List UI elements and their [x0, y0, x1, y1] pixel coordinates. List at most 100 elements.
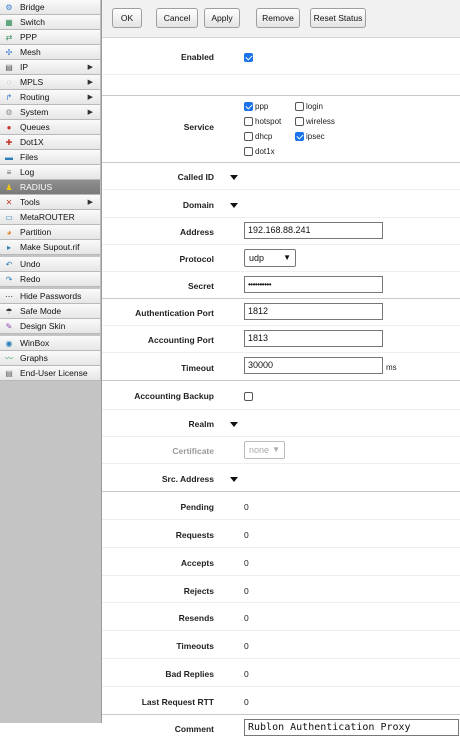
sidebar-item-radius[interactable]: ♟ RADIUS — [0, 180, 101, 195]
mesh-icon: ✣ — [5, 48, 13, 57]
sidebar-item-metarouter[interactable]: ▭ MetaROUTER — [0, 210, 101, 225]
apply-button[interactable]: Apply — [204, 8, 240, 28]
sidebar-item-undo[interactable]: ↶ Undo — [0, 257, 101, 272]
sidebar-item-partition[interactable]: ◕ Partition — [0, 225, 101, 240]
undo-icon: ↶ — [5, 260, 13, 269]
sidebar-item-label: Redo — [20, 274, 41, 284]
queues-icon: ● — [6, 123, 12, 132]
sidebar-item-dot1x[interactable]: ✚ Dot1X — [0, 135, 101, 150]
sidebar-item-routing[interactable]: ↱ Routing ▶ — [0, 90, 101, 105]
sidebar-item-label: Undo — [20, 259, 41, 269]
service-option-label: dot1x — [255, 147, 275, 156]
remove-button[interactable]: Remove — [256, 8, 300, 28]
service-option-login[interactable]: login — [295, 102, 323, 112]
service-option-hotspot[interactable]: hotspot — [244, 117, 281, 127]
service-dhcp-checkbox[interactable] — [244, 132, 253, 142]
last-request-rtt-label: Last Request RTT — [141, 697, 214, 707]
timeout-row: Timeout 30000 ms — [102, 353, 460, 381]
timeout-input[interactable]: 30000 — [244, 357, 383, 374]
sidebar-item-label: End-User License — [20, 368, 88, 378]
service-ipsec-checkbox[interactable] — [295, 132, 304, 142]
sidebar-item-tools[interactable]: ✕ Tools ▶ — [0, 195, 101, 210]
accounting-port-input[interactable]: 1813 — [244, 330, 383, 347]
service-option-ipsec[interactable]: ipsec — [295, 132, 325, 142]
service-option-label: wireless — [306, 117, 335, 126]
comment-input[interactable]: Rublon Authentication Proxy — [244, 719, 459, 736]
ok-button[interactable]: OK — [112, 8, 142, 28]
timeouts-label: Timeouts — [176, 641, 214, 651]
sidebar-item-label: Switch — [20, 17, 46, 27]
service-ppp-checkbox[interactable] — [244, 102, 253, 112]
resends-value: 0 — [244, 613, 249, 623]
bridge-icon: ⚙ — [5, 3, 13, 12]
partition-icon: ◕ — [6, 228, 12, 237]
sidebar-item-ppp[interactable]: ⇄ PPP — [0, 30, 101, 45]
sidebar-item-bridge[interactable]: ⚙ Bridge — [0, 0, 101, 15]
address-row: Address 192.168.88.241 — [102, 218, 460, 245]
sidebar-item-mesh[interactable]: ✣ Mesh — [0, 45, 101, 60]
service-label: Service — [183, 122, 214, 132]
submenu-arrow-icon: ▶ — [87, 79, 93, 86]
resends-row: Resends 0 — [102, 603, 460, 631]
sidebar-item-label: Hide Passwords — [20, 291, 82, 301]
sidebar-item-ip[interactable]: ▤ IP ▶ — [0, 60, 101, 75]
sidebar-item-log[interactable]: ≡ Log — [0, 165, 101, 180]
submenu-arrow-icon: ▶ — [87, 64, 93, 71]
sidebar-item-make-supout-rif[interactable]: ▸ Make Supout.rif — [0, 240, 101, 255]
sidebar-item-queues[interactable]: ● Queues — [0, 120, 101, 135]
spacer-row — [102, 75, 460, 96]
winbox-icon: ◉ — [5, 339, 13, 348]
accounting-backup-checkbox[interactable] — [244, 392, 253, 402]
service-dot1x-checkbox[interactable] — [244, 147, 253, 157]
src-address-row: Src. Address — [102, 464, 460, 492]
sidebar-item-winbox[interactable]: ◉ WinBox — [0, 336, 101, 351]
tools-icon: ✕ — [5, 198, 13, 207]
sidebar-item-system[interactable]: ⚙ System ▶ — [0, 105, 101, 120]
realm-expand-icon[interactable] — [230, 422, 238, 427]
sidebar-item-label: Bridge — [20, 2, 45, 12]
reset-status-button[interactable]: Reset Status — [310, 8, 366, 28]
sidebar-item-files[interactable]: ▬ Files — [0, 150, 101, 165]
routing-icon: ↱ — [5, 93, 13, 102]
sidebar-item-switch[interactable]: ▦ Switch — [0, 15, 101, 30]
called-id-expand-icon[interactable] — [230, 175, 238, 180]
submenu-arrow-icon: ▶ — [87, 199, 93, 206]
redo-icon: ↷ — [5, 275, 13, 284]
address-input[interactable]: 192.168.88.241 — [244, 222, 383, 239]
sidebar-item-label: Files — [20, 152, 38, 162]
certificate-row: Certificate none ▼ — [102, 437, 460, 464]
sidebar-menu: ⚙ Bridge ▦ Switch ⇄ PPP ✣ Mesh ▤ IP ▶ ◌ MPLS ▶ ↱ Routin… — [0, 0, 102, 723]
authentication-port-input[interactable]: 1812 — [244, 303, 383, 320]
sidebar-item-mpls[interactable]: ◌ MPLS ▶ — [0, 75, 101, 90]
bad-replies-value: 0 — [244, 669, 249, 679]
src-address-expand-icon[interactable] — [230, 477, 238, 482]
sidebar-item-label: Log — [20, 167, 35, 177]
sidebar-item-hide-passwords[interactable]: ⋯ Hide Passwords — [0, 289, 101, 304]
sidebar-item-label: Make Supout.rif — [20, 242, 80, 252]
service-option-ppp[interactable]: ppp — [244, 102, 268, 112]
sidebar-item-redo[interactable]: ↷ Redo — [0, 272, 101, 287]
service-option-dhcp[interactable]: dhcp — [244, 132, 272, 142]
enabled-checkbox[interactable] — [244, 53, 253, 63]
cancel-button[interactable]: Cancel — [156, 8, 198, 28]
sidebar-item-graphs[interactable]: 〰 Graphs — [0, 351, 101, 366]
sidebar-item-safe-mode[interactable]: ☂ Safe Mode — [0, 304, 101, 319]
sidebar-item-label: Graphs — [20, 353, 48, 363]
service-wireless-checkbox[interactable] — [295, 117, 304, 127]
sidebar-item-end-user-license[interactable]: ▤ End-User License — [0, 366, 101, 381]
service-login-checkbox[interactable] — [295, 102, 304, 112]
secret-input[interactable]: •••••••••• — [244, 276, 383, 293]
certificate-label: Certificate — [172, 446, 214, 456]
protocol-select[interactable]: udp ▼ — [244, 249, 296, 267]
rejects-label: Rejects — [183, 586, 214, 596]
service-hotspot-checkbox[interactable] — [244, 117, 253, 127]
secret-row: Secret •••••••••• — [102, 272, 460, 299]
service-option-wireless[interactable]: wireless — [295, 117, 335, 127]
authentication-port-row: Authentication Port 1812 — [102, 299, 460, 326]
rejects-row: Rejects 0 — [102, 576, 460, 603]
service-option-dot1x[interactable]: dot1x — [244, 147, 275, 157]
sidebar-item-design-skin[interactable]: ✎ Design Skin — [0, 319, 101, 334]
sidebar-item-label: PPP — [20, 32, 38, 42]
domain-expand-icon[interactable] — [230, 203, 238, 208]
rejects-value: 0 — [244, 586, 249, 596]
